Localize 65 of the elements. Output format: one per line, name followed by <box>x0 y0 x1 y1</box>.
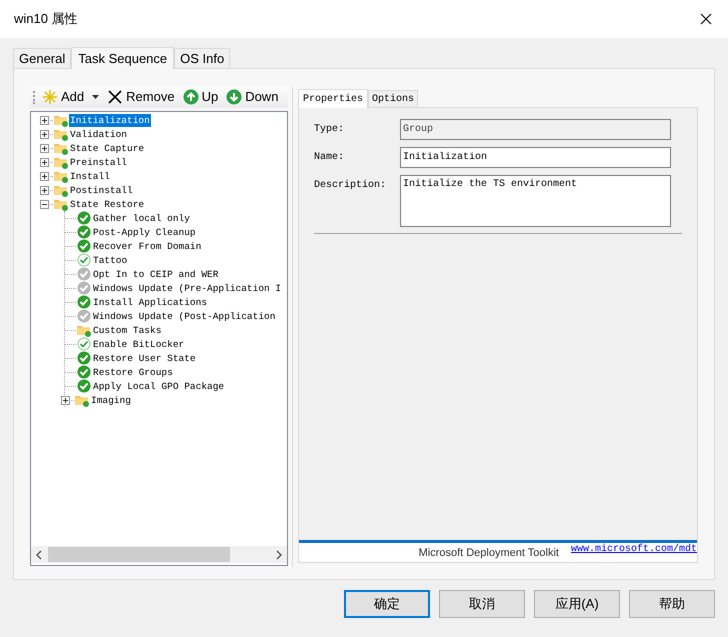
tree-item[interactable]: Install <box>69 170 111 182</box>
tree-item[interactable]: Post-Apply Cleanup <box>92 226 197 238</box>
tab[interactable]: Properties <box>298 89 368 108</box>
tree-item[interactable]: Gather local only <box>92 212 191 224</box>
folder-icon <box>54 114 68 126</box>
tree-item[interactable]: Enable BitLocker <box>92 338 186 350</box>
tab[interactable]: Options <box>368 90 418 107</box>
grip-icon <box>33 90 36 104</box>
tab[interactable]: OS Info <box>174 48 230 68</box>
collapse-icon[interactable] <box>40 200 49 208</box>
dialog-button[interactable]: 确定 <box>344 590 430 618</box>
expand-icon[interactable] <box>40 130 49 138</box>
caret-icon[interactable] <box>92 95 100 99</box>
text-area[interactable]: Initialize the TS environment <box>400 175 671 227</box>
tree-item[interactable]: Custom Tasks <box>92 324 162 336</box>
expand-icon[interactable] <box>61 396 70 404</box>
window-title: win10 属性 <box>14 10 79 28</box>
toolbar-button[interactable]: Remove <box>107 87 175 107</box>
arrow-up-icon <box>182 89 199 105</box>
tree-item[interactable]: Preinstall <box>69 156 128 168</box>
footer-text: Microsoft Deployment Toolkit <box>418 546 559 560</box>
folder-icon <box>75 394 89 406</box>
folder-icon <box>77 324 91 336</box>
folder-icon <box>54 198 68 210</box>
dialog-button[interactable]: 取消 <box>439 590 525 618</box>
tree-item[interactable]: Tattoo <box>92 254 128 266</box>
expand-icon[interactable] <box>40 172 49 180</box>
tree-item[interactable]: State Restore <box>69 198 146 210</box>
tree-item[interactable]: Install Applications <box>92 296 208 308</box>
input-field[interactable]: Initialization <box>400 147 671 168</box>
tree-item[interactable]: Restore Groups <box>92 366 174 378</box>
expand-icon[interactable] <box>40 186 49 194</box>
folder-icon <box>54 184 68 196</box>
arrow-down-icon <box>226 89 242 105</box>
tree-item[interactable]: Imaging <box>90 394 132 406</box>
toolbar-button[interactable]: Down <box>226 87 278 107</box>
field-label: Name: <box>314 151 346 165</box>
folder-icon <box>54 128 68 140</box>
tree-item[interactable]: Recover From Domain <box>92 240 202 252</box>
tab[interactable]: Task Sequence <box>71 47 174 69</box>
tree-item[interactable]: State Capture <box>69 142 146 154</box>
close-icon <box>107 89 124 105</box>
tree-item[interactable]: Postinstall <box>69 184 134 196</box>
horizontal-scrollbar[interactable] <box>31 546 287 563</box>
tree-item[interactable]: Initialization <box>69 114 151 126</box>
expand-icon[interactable] <box>40 144 49 152</box>
dialog-button[interactable]: 应用(A) <box>534 590 620 618</box>
toolbar-button[interactable]: Add <box>42 87 84 107</box>
folder-icon <box>54 156 68 168</box>
sparkle-icon <box>42 89 58 105</box>
folder-icon <box>54 170 68 182</box>
close-icon[interactable] <box>700 13 712 25</box>
tree-item[interactable]: Validation <box>69 128 128 140</box>
tree-item[interactable]: Apply Local GPO Package <box>92 380 226 392</box>
field-label: Type: <box>314 123 346 137</box>
tree-item[interactable]: Restore User State <box>92 352 197 364</box>
field-label: Description: <box>314 178 388 193</box>
expand-icon[interactable] <box>40 158 49 166</box>
website-link[interactable]: www.microsoft.com/mdt <box>570 542 697 557</box>
folder-icon <box>54 142 68 154</box>
toolbar-button[interactable]: Up <box>182 87 218 107</box>
scrollbar-thumb[interactable] <box>48 547 230 562</box>
tab[interactable]: General <box>13 48 72 68</box>
expand-icon[interactable] <box>40 116 49 124</box>
dialog-button[interactable]: 帮助 <box>629 590 715 618</box>
